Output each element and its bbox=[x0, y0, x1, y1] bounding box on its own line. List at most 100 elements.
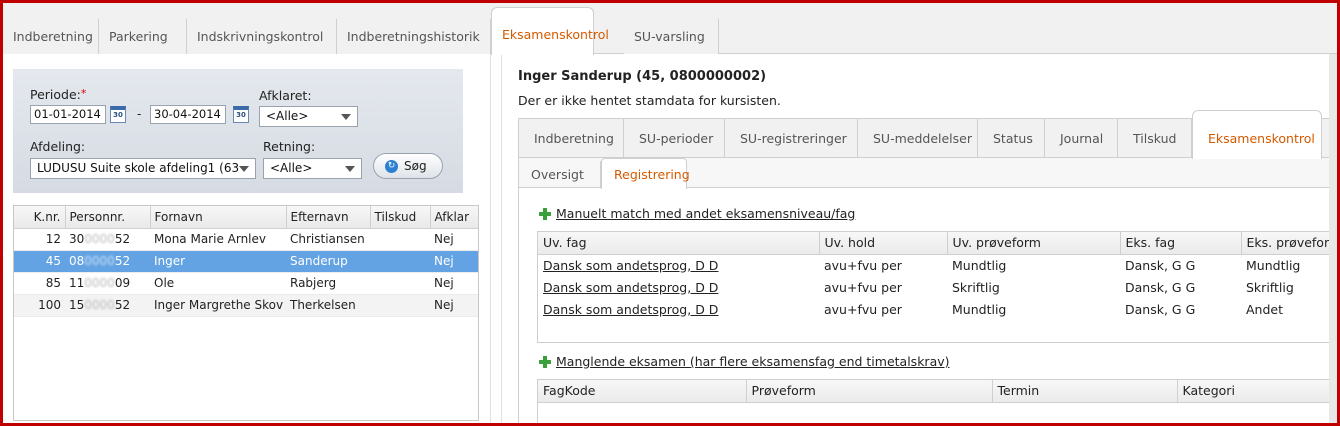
student-detail-panel: Inger Sanderup (45, 0800000002) Der er i… bbox=[503, 54, 1337, 423]
required-mark: * bbox=[80, 87, 87, 100]
column-header[interactable]: Fornavn bbox=[150, 206, 287, 229]
calendar-icon[interactable]: 30 bbox=[233, 106, 249, 123]
manual-match-table: Uv. fag Uv. hold Uv. prøveform Eks. fag … bbox=[537, 231, 1337, 343]
tab-parkering[interactable]: Parkering bbox=[99, 19, 187, 54]
tab-su-meddelelser[interactable]: SU-meddelelser bbox=[858, 119, 978, 157]
top-tab-bar: Indberetning Parkering Indskrivningskont… bbox=[3, 3, 1337, 55]
tilskud-cell bbox=[370, 294, 430, 317]
table-row[interactable]: 85 11000009 Ole Rabjerg Nej bbox=[14, 272, 478, 295]
table-header-row: FagKode Prøveform Termin Kategori bbox=[538, 380, 1337, 403]
from-date-input[interactable]: 01-01-2014 bbox=[30, 105, 106, 124]
table-row[interactable]: 12 30000052 Mona Marie Arnlev Christians… bbox=[14, 228, 478, 251]
knr-cell: 100 bbox=[14, 294, 65, 317]
table-row[interactable]: Dansk som andetsprog, D D avu+fvu per Sk… bbox=[538, 276, 1337, 298]
column-header[interactable]: Efternavn bbox=[286, 206, 371, 229]
uv-proeveform-cell: Skriftlig bbox=[952, 279, 1000, 295]
afklaret-select[interactable]: <Alle> bbox=[259, 106, 358, 127]
calendar-icon[interactable]: 30 bbox=[110, 106, 126, 123]
table-row-selected[interactable]: 45 08000052 Inger Sanderup Nej bbox=[14, 250, 478, 273]
column-header[interactable]: Uv. prøveform bbox=[947, 232, 1121, 255]
personnr-cell: 11000009 bbox=[65, 272, 150, 295]
chevron-down-icon bbox=[341, 114, 351, 120]
eks-proeveform-cell: Mundtlig bbox=[1246, 257, 1301, 273]
personnr-cell: 30000052 bbox=[65, 228, 150, 251]
knr-cell: 12 bbox=[14, 228, 65, 251]
efternavn-cell: Sanderup bbox=[286, 250, 370, 273]
table-row[interactable]: 100 15000052 Inger Margrethe Skov Therke… bbox=[14, 294, 478, 317]
registrering-content: Manuelt match med andet eksamensniveau/f… bbox=[518, 188, 1337, 423]
table-header-row: K.nr. Personnr. Fornavn Efternavn Tilsku… bbox=[14, 206, 478, 229]
tab-indberetning[interactable]: Indberetning bbox=[3, 19, 99, 54]
tab-su-perioder[interactable]: SU-perioder bbox=[624, 119, 725, 157]
uv-hold-cell: avu+fvu per bbox=[824, 301, 902, 317]
tab-indberetningshistorik[interactable]: Indberetningshistorik bbox=[337, 19, 491, 54]
date-separator: - bbox=[137, 107, 142, 121]
tab-su-varsling[interactable]: SU-varsling bbox=[624, 19, 719, 54]
column-header[interactable]: FagKode bbox=[538, 380, 747, 403]
column-header[interactable]: Eks. prøveform bbox=[1241, 232, 1337, 255]
column-header[interactable]: Kategori bbox=[1177, 380, 1337, 403]
tab-indberetning[interactable]: Indberetning bbox=[519, 119, 624, 157]
eks-fag-cell: Dansk, G G bbox=[1125, 279, 1196, 295]
manual-match-link[interactable]: Manuelt match med andet eksamensniveau/f… bbox=[556, 206, 855, 221]
uv-fag-link[interactable]: Dansk som andetsprog, D D bbox=[538, 298, 819, 320]
plus-icon[interactable] bbox=[539, 208, 551, 220]
uv-fag-link[interactable]: Dansk som andetsprog, D D bbox=[538, 254, 819, 276]
afdeling-select[interactable]: LUDUSU Suite skole afdeling1 (63 bbox=[30, 158, 256, 179]
column-header[interactable]: Personnr. bbox=[65, 206, 151, 229]
eksamen-sub-tab-bar: Oversigt Registrering bbox=[518, 158, 1337, 189]
tab-journal[interactable]: Journal bbox=[1045, 119, 1118, 157]
table-row[interactable]: Dansk som andetsprog, D D avu+fvu per Mu… bbox=[538, 298, 1337, 320]
periode-label: Periode:* bbox=[30, 87, 87, 102]
chevron-down-icon bbox=[345, 166, 355, 172]
stamdata-note: Der er ikke hentet stamdata for kursiste… bbox=[518, 93, 781, 108]
panel-splitter[interactable] bbox=[490, 54, 502, 423]
afdeling-label: Afdeling: bbox=[30, 139, 86, 154]
column-header[interactable]: K.nr. bbox=[14, 206, 66, 229]
efternavn-cell: Therkelsen bbox=[286, 294, 370, 317]
fornavn-cell: Mona Marie Arnlev bbox=[150, 228, 286, 251]
tab-tilskud[interactable]: Tilskud bbox=[1118, 119, 1192, 157]
tab-registrering[interactable]: Registrering bbox=[601, 158, 690, 189]
student-title: Inger Sanderup (45, 0800000002) bbox=[518, 69, 767, 84]
fornavn-cell: Inger bbox=[150, 250, 286, 273]
tilskud-cell bbox=[370, 228, 430, 251]
uv-hold-cell: avu+fvu per bbox=[824, 257, 902, 273]
search-button[interactable]: ↻ Søg bbox=[373, 153, 443, 179]
retning-select[interactable]: <Alle> bbox=[263, 158, 362, 179]
uv-fag-link[interactable]: Dansk som andetsprog, D D bbox=[538, 276, 819, 298]
vertical-scrollbar[interactable] bbox=[1329, 54, 1337, 423]
knr-cell: 85 bbox=[14, 272, 65, 295]
tab-su-registreringer[interactable]: SU-registreringer bbox=[725, 119, 858, 157]
column-header[interactable]: Afklar bbox=[430, 206, 478, 229]
missing-exam-table: FagKode Prøveform Termin Kategori bbox=[537, 379, 1337, 423]
column-header[interactable]: Uv. hold bbox=[819, 232, 948, 255]
afklaret-cell: Nej bbox=[430, 294, 478, 317]
column-header[interactable]: Termin bbox=[992, 380, 1178, 403]
tab-eksamenskontrol[interactable]: Eksamenskontrol bbox=[491, 7, 609, 55]
eks-proeveform-cell: Andet bbox=[1246, 301, 1283, 317]
tab-indskrivningskontrol[interactable]: Indskrivningskontrol bbox=[187, 19, 337, 54]
afklaret-cell: Nej bbox=[430, 250, 478, 273]
column-header[interactable]: Uv. fag bbox=[538, 232, 820, 255]
column-header[interactable]: Prøveform bbox=[746, 380, 993, 403]
afklaret-cell: Nej bbox=[430, 272, 478, 295]
search-button-label: Søg bbox=[404, 159, 427, 173]
to-date-input[interactable]: 30-04-2014 bbox=[150, 105, 226, 124]
retning-label: Retning: bbox=[263, 139, 316, 154]
column-header[interactable]: Tilskud bbox=[370, 206, 431, 229]
plus-icon[interactable] bbox=[539, 356, 551, 368]
missing-exam-link[interactable]: Manglende eksamen (har flere eksamensfag… bbox=[556, 354, 950, 369]
chevron-down-icon bbox=[239, 166, 249, 172]
student-search-panel: Periode:* 01-01-2014 30 - 30-04-2014 30 … bbox=[3, 54, 490, 423]
tab-status[interactable]: Status bbox=[978, 119, 1045, 157]
tab-eksamenskontrol[interactable]: Eksamenskontrol bbox=[1192, 110, 1322, 159]
student-tab-bar: Indberetning SU-perioder SU-registrering… bbox=[518, 110, 1337, 159]
table-row[interactable]: Dansk som andetsprog, D D avu+fvu per Mu… bbox=[538, 254, 1337, 276]
students-table: K.nr. Personnr. Fornavn Efternavn Tilsku… bbox=[13, 205, 479, 421]
refresh-icon: ↻ bbox=[385, 160, 398, 173]
efternavn-cell: Rabjerg bbox=[286, 272, 370, 295]
tab-oversigt[interactable]: Oversigt bbox=[519, 161, 601, 188]
column-header[interactable]: Eks. fag bbox=[1120, 232, 1242, 255]
afklaret-cell: Nej bbox=[430, 228, 478, 251]
